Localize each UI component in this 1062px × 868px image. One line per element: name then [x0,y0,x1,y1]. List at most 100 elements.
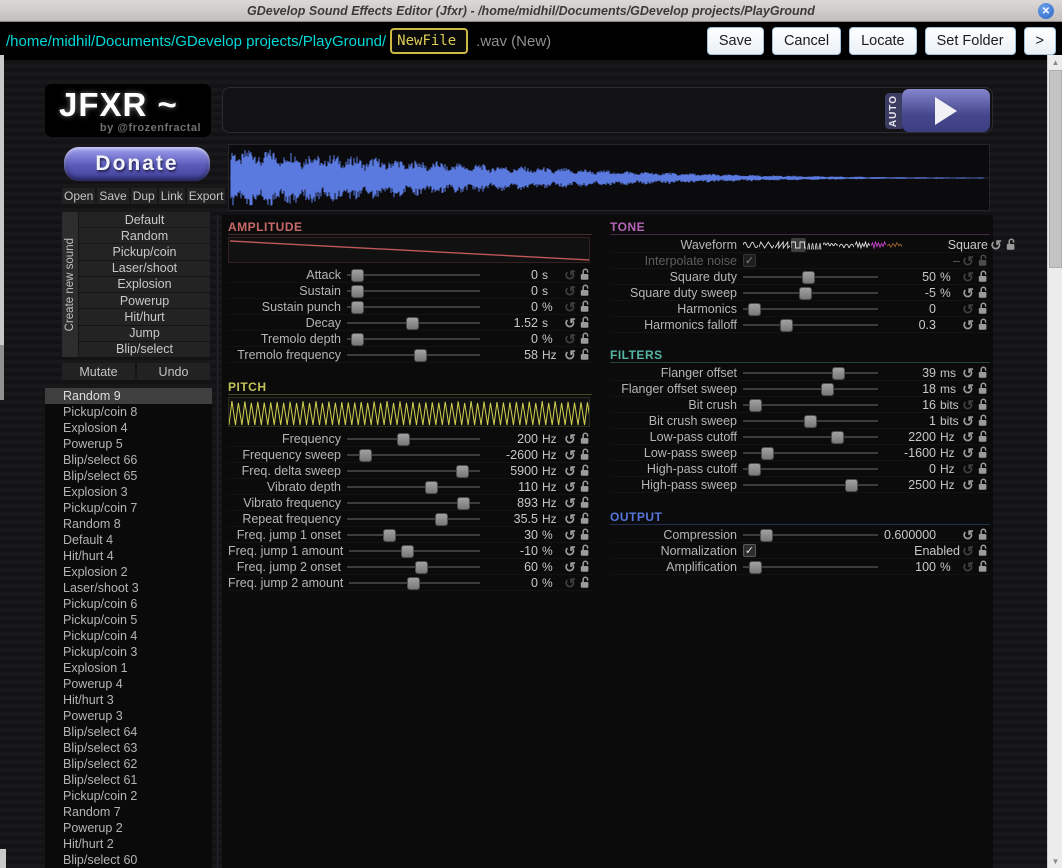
slider[interactable] [743,301,878,316]
slider-thumb[interactable] [415,561,428,574]
lock-icon[interactable] [976,382,990,395]
waveform-option-whistle-icon[interactable] [823,238,838,252]
reset-icon[interactable]: ↺ [960,286,976,300]
slider[interactable] [743,397,878,412]
toolbar-button-locate[interactable]: Locate [849,27,917,55]
slider[interactable] [347,431,480,446]
slider[interactable] [743,445,878,460]
list-item[interactable]: Pickup/coin 7 [45,500,212,516]
lock-icon[interactable] [578,464,592,477]
slider[interactable] [743,269,878,284]
list-item[interactable]: Blip/select 63 [45,740,212,756]
slider-thumb[interactable] [435,513,448,526]
lock-icon[interactable] [976,286,990,299]
reset-icon[interactable]: ↺ [960,430,976,444]
waveform-option-square-icon[interactable] [791,238,806,252]
preset-explosion[interactable]: Explosion [79,277,210,292]
file-action-export[interactable]: Export [187,188,226,204]
lock-icon[interactable] [578,300,592,313]
slider[interactable] [743,365,878,380]
reset-icon[interactable]: ↺ [960,382,976,396]
list-item[interactable]: Blip/select 65 [45,468,212,484]
autoplay-toggle[interactable]: AUTO [885,93,902,129]
reset-icon[interactable]: ↺ [562,448,578,462]
list-item[interactable]: Powerup 4 [45,676,212,692]
list-item[interactable]: Pickup/coin 8 [45,404,212,420]
list-item[interactable]: Blip/select 62 [45,756,212,772]
lock-icon[interactable] [976,560,990,573]
list-item[interactable]: Hit/hurt 3 [45,692,212,708]
lock-icon[interactable] [578,448,592,461]
slider-thumb[interactable] [799,287,812,300]
slider[interactable] [347,299,480,314]
slider-thumb[interactable] [761,447,774,460]
lock-icon[interactable] [578,480,592,493]
reset-icon[interactable]: ↺ [562,284,578,298]
lock-icon[interactable] [976,318,990,331]
list-item[interactable]: Random 9 [45,388,212,404]
file-action-save[interactable]: Save [97,188,128,204]
slider-thumb[interactable] [397,433,410,446]
reset-icon[interactable]: ↺ [960,302,976,316]
list-item[interactable]: Blip/select 61 [45,772,212,788]
list-item[interactable]: Pickup/coin 6 [45,596,212,612]
slider-thumb[interactable] [832,367,845,380]
slider[interactable] [349,543,480,558]
slider[interactable] [347,347,480,362]
slider-thumb[interactable] [748,463,761,476]
slider[interactable] [349,575,480,590]
preset-powerup[interactable]: Powerup [79,293,210,308]
vertical-scrollbar[interactable]: ▲ ▼ [1047,55,1062,868]
list-item[interactable]: Blip/select 64 [45,724,212,740]
list-item[interactable]: Explosion 2 [45,564,212,580]
slider-thumb[interactable] [407,577,420,590]
slider-thumb[interactable] [406,317,419,330]
reset-icon[interactable]: ↺ [562,512,578,526]
slider[interactable] [743,461,878,476]
filename-input[interactable] [390,28,468,54]
lock-icon[interactable] [976,446,990,459]
list-item[interactable]: Powerup 2 [45,820,212,836]
reset-icon[interactable]: ↺ [562,544,578,558]
lock-icon[interactable] [578,512,592,525]
preset-random[interactable]: Random [79,228,210,243]
lock-icon[interactable] [578,316,592,329]
lock-icon[interactable] [976,478,990,491]
slider-thumb[interactable] [831,431,844,444]
waveform-option-sine-icon[interactable] [743,238,758,252]
reset-icon[interactable]: ↺ [562,576,578,590]
waveform-option-whitenoise-icon[interactable] [855,238,870,252]
preset-laser-shoot[interactable]: Laser/shoot [79,261,210,276]
slider[interactable] [743,285,878,300]
toolbar-button-cancel[interactable]: Cancel [772,27,841,55]
reset-icon[interactable]: ↺ [562,464,578,478]
slider-thumb[interactable] [802,271,815,284]
lock-icon[interactable] [578,528,592,541]
checkbox[interactable]: ✓ [743,544,756,557]
lock-icon[interactable] [976,398,990,411]
slider[interactable] [347,495,480,510]
waveform-option-tangent-icon[interactable] [807,238,822,252]
reset-icon[interactable]: ↺ [960,414,976,428]
slider-thumb[interactable] [351,301,364,314]
lock-icon[interactable] [976,366,990,379]
lock-icon[interactable] [578,544,592,557]
file-action-link[interactable]: Link [159,188,185,204]
donate-button[interactable]: Donate [64,147,210,181]
left-scroll-strip[interactable] [0,55,4,345]
list-item[interactable]: Blip/select 60 [45,852,212,868]
toolbar-button-[interactable]: > [1024,27,1056,55]
file-action-open[interactable]: Open [62,188,95,204]
preset-pickup-coin[interactable]: Pickup/coin [79,244,210,259]
list-item[interactable]: Pickup/coin 2 [45,788,212,804]
waveform-option-sawtooth-icon[interactable] [775,238,790,252]
list-item[interactable]: Powerup 5 [45,436,212,452]
slider[interactable] [347,331,480,346]
mutate-button[interactable]: Mutate [62,363,135,380]
slider[interactable] [347,283,480,298]
reset-icon[interactable]: ↺ [960,318,976,332]
reset-icon[interactable]: ↺ [562,528,578,542]
toolbar-button-set-folder[interactable]: Set Folder [925,27,1016,55]
slider-thumb[interactable] [749,399,762,412]
slider[interactable] [347,527,480,542]
